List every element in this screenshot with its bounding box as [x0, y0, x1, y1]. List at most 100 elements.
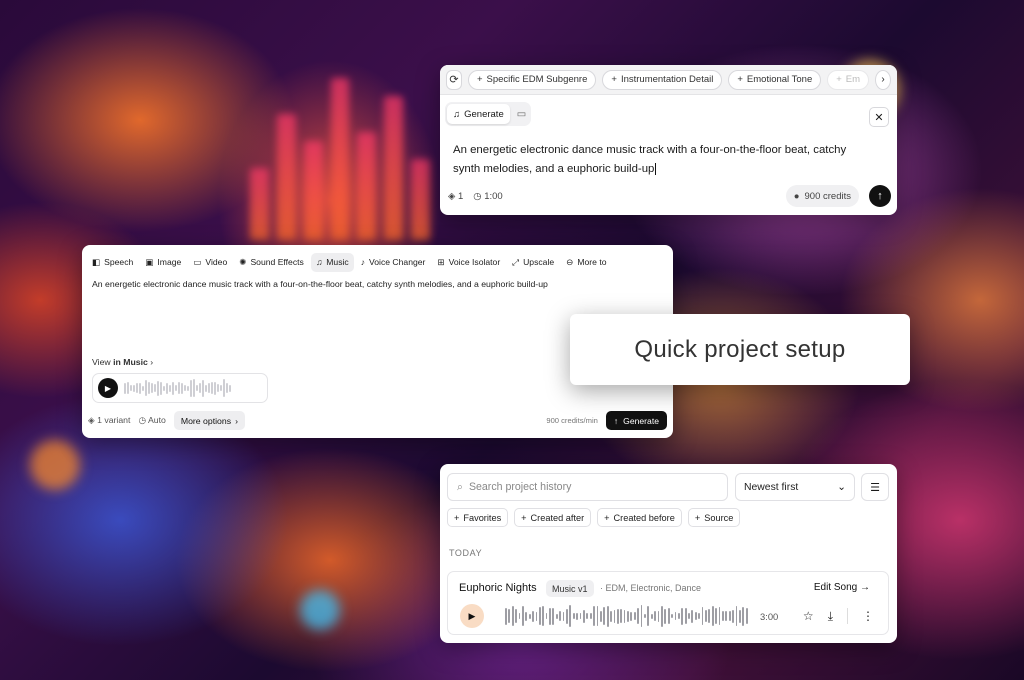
waveform-bar	[178, 382, 180, 394]
clock-icon: ◷	[473, 190, 482, 202]
image-icon: ▣	[145, 256, 154, 267]
refresh-icon[interactable]: ⟳	[446, 69, 462, 90]
suggestion-chip[interactable]: + Emotional Tone	[728, 69, 822, 90]
waveform-bar	[732, 609, 734, 623]
waveform-bar	[562, 611, 565, 621]
tab-more[interactable]: ⊖ More to	[561, 253, 611, 272]
waveform-bar	[660, 605, 663, 627]
caption-text: Quick project setup	[634, 335, 846, 363]
waveform-bar	[599, 610, 602, 622]
waveform-bar	[199, 383, 201, 393]
plus-icon: +	[521, 512, 527, 523]
play-icon[interactable]: ▶	[98, 378, 118, 398]
edit-song-link[interactable]: Edit Song →	[814, 582, 870, 593]
download-icon[interactable]: ⤓	[828, 609, 833, 624]
suggestion-chip[interactable]: + Em	[827, 69, 870, 90]
project-history-card: ⌕ Search project history Newest first ⌄ …	[440, 464, 897, 643]
waveform-bar	[542, 606, 545, 626]
waveform[interactable]	[124, 378, 231, 398]
view-in-music-link[interactable]: View in Music ›	[92, 357, 153, 367]
voice-changer-icon: ♪	[360, 257, 366, 267]
tab-voice-changer[interactable]: ♪ Voice Changer	[356, 253, 431, 272]
auto-duration-setting[interactable]: ◷ Auto	[138, 415, 165, 426]
tab-speech[interactable]: ◧ Speech	[87, 253, 138, 272]
video-icon: ▭	[193, 256, 202, 267]
waveform-bar	[154, 384, 156, 392]
waveform-bar	[725, 611, 728, 621]
waveform-bar	[525, 611, 528, 621]
song-actions: ☆ ⤓ ⋮	[803, 608, 874, 624]
waveform-bar	[664, 608, 667, 624]
waveform-bar	[633, 612, 636, 620]
waveform-bar	[169, 384, 171, 392]
search-input[interactable]: ⌕ Search project history	[447, 473, 728, 501]
waveform-bar	[576, 612, 578, 620]
waveform-bar	[684, 608, 687, 624]
star-icon[interactable]: ☆	[803, 609, 814, 623]
background-equalizer-bars	[250, 60, 431, 240]
waveform-bar	[515, 609, 517, 623]
sort-select[interactable]: Newest first ⌄	[735, 473, 855, 501]
waveform-bar	[217, 384, 219, 392]
arrow-up-icon[interactable]: ↑	[869, 185, 891, 207]
play-icon[interactable]: ▶	[460, 604, 484, 628]
waveform-bar	[579, 613, 582, 619]
plus-icon: +	[476, 74, 483, 85]
filter-list-icon[interactable]: ☰	[861, 473, 889, 501]
song-title: Euphoric Nights	[459, 582, 537, 594]
tab-image[interactable]: ▣ Image	[140, 253, 186, 272]
background-glow	[30, 440, 80, 490]
waveform[interactable]	[505, 605, 748, 627]
tab-music[interactable]: ♫ Music	[310, 252, 354, 272]
mode-generate-button[interactable]: ♫ Generate	[447, 104, 510, 124]
waveform-bar	[559, 611, 562, 621]
list-item[interactable]: Euphoric Nights Music v1 · EDM, Electron…	[447, 571, 889, 635]
search-icon: ⌕	[457, 480, 463, 493]
waveform-bar	[229, 384, 231, 392]
filter-favorites[interactable]: + Favorites	[447, 508, 509, 527]
studio-prompt[interactable]: An energetic electronic dance music trac…	[92, 279, 548, 289]
tab-sound-effects[interactable]: ✺ Sound Effects	[234, 253, 309, 272]
waveform-bar	[572, 613, 575, 619]
prompt-textarea[interactable]: An energetic electronic dance music trac…	[453, 141, 873, 179]
generate-button[interactable]: ↑ Generate	[605, 411, 667, 430]
clock-icon: ◷	[138, 415, 147, 425]
chevron-right-icon[interactable]: ›	[875, 69, 891, 90]
plus-icon: +	[454, 512, 460, 523]
suggestion-chip[interactable]: + Instrumentation Detail	[602, 69, 723, 90]
waveform-bar	[701, 607, 704, 625]
filter-source[interactable]: + Source	[687, 508, 741, 527]
plus-icon: +	[737, 74, 743, 85]
chevron-right-icon: ›	[150, 357, 154, 367]
filter-created-after[interactable]: + Created after	[514, 508, 592, 527]
filter-created-before[interactable]: + Created before	[597, 508, 682, 527]
waveform-bar	[667, 608, 670, 624]
more-vertical-icon[interactable]: ⋮	[862, 609, 874, 623]
waveform-bar	[518, 613, 521, 619]
waveform-bar	[508, 609, 511, 623]
audio-player: ▶	[92, 373, 268, 403]
waveform-bar	[698, 613, 701, 619]
waveform-bar	[226, 383, 228, 393]
arrow-up-icon: ↑	[613, 415, 619, 426]
tab-upscale[interactable]: ⤢ Upscale	[507, 253, 559, 272]
chevron-down-icon: ⌄	[837, 482, 846, 493]
tab-video[interactable]: ▭ Video	[188, 253, 232, 272]
waveform-bar	[593, 606, 595, 626]
variant-count[interactable]: ◈ 1	[448, 191, 463, 202]
voice-isolator-icon: ⊞	[437, 256, 445, 267]
waveform-bar	[142, 385, 144, 391]
more-options-button[interactable]: More options ›	[173, 411, 245, 430]
close-icon[interactable]: ✕	[869, 107, 889, 127]
duration-setting[interactable]: ◷ 1:00	[473, 191, 502, 202]
waveform-bar	[511, 606, 514, 626]
waveform-bar	[650, 613, 653, 619]
suggestion-chip[interactable]: + Specific EDM Subgenre	[467, 69, 597, 90]
waveform-bar	[202, 379, 204, 397]
waveform-bar	[708, 609, 711, 623]
variants-setting[interactable]: ◈ 1 variant	[88, 415, 130, 426]
waveform-bar	[674, 612, 677, 620]
tab-voice-isolator[interactable]: ⊞ Voice Isolator	[432, 253, 505, 272]
video-icon[interactable]: ▭	[514, 109, 526, 120]
waveform-bar	[627, 610, 629, 622]
